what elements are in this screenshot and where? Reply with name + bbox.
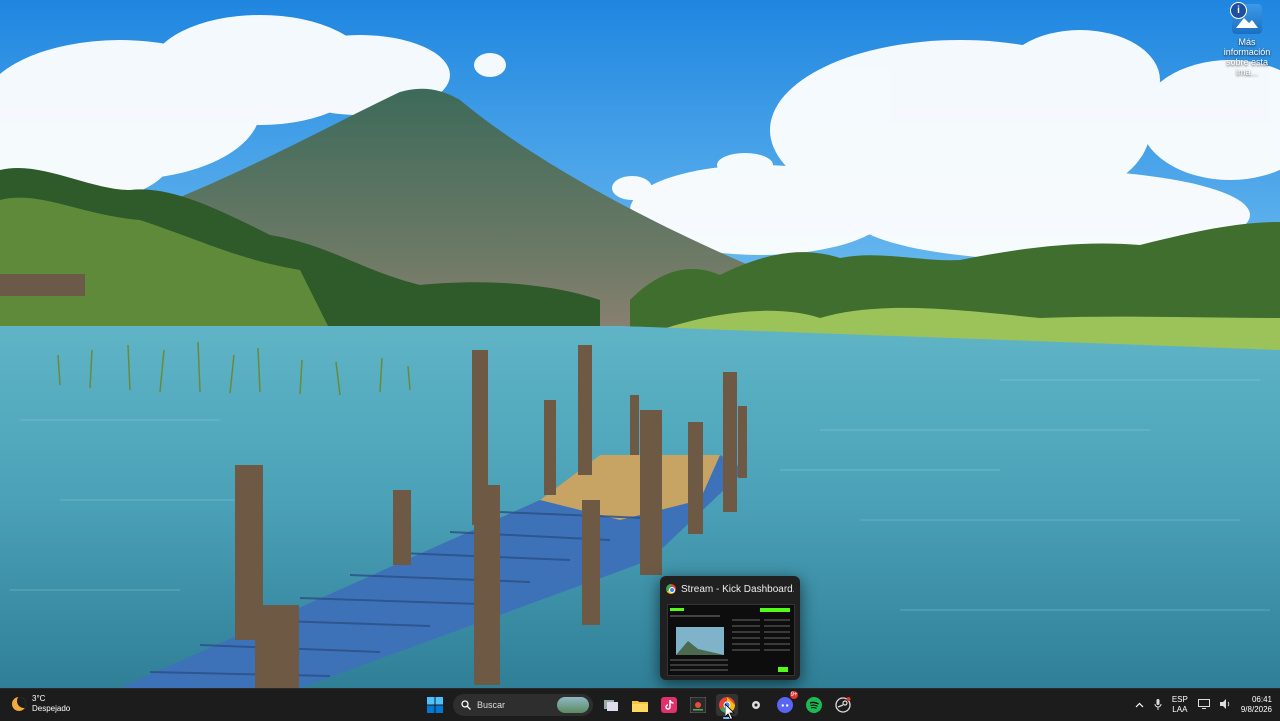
mouse-cursor-icon [725, 704, 735, 720]
spotify-icon [806, 697, 822, 713]
discord-button[interactable]: 9+ [774, 691, 798, 716]
taskbar: 3°C Despejado Buscar 9+ ESP LAA 06:41 9/… [0, 688, 1280, 721]
search-placeholder: Buscar [477, 700, 506, 710]
tiktok-button[interactable] [658, 694, 680, 716]
windows-logo-icon [427, 697, 443, 713]
chevron-up-icon[interactable] [1135, 701, 1144, 710]
clock-date: 9/8/2026 [1240, 705, 1272, 714]
discord-notification-badge: 9+ [790, 691, 798, 699]
desktop-icon-label-line2: sobre esta ima... [1225, 57, 1269, 77]
image-info-icon: i [1230, 2, 1262, 34]
weather-widget[interactable]: 3°C Despejado [12, 694, 70, 714]
volume-icon[interactable] [1219, 699, 1231, 711]
language-indicator[interactable]: ESP LAA [1172, 695, 1188, 715]
steam-button[interactable] [832, 694, 854, 716]
desktop-icon-label-line1: Más información [1223, 37, 1271, 57]
taskbar-window-preview[interactable]: Stream - Kick Dashboard... [660, 576, 800, 680]
weather-temperature: 3°C [32, 694, 46, 703]
file-explorer-button[interactable] [629, 694, 651, 716]
desktop-wallpaper [0, 0, 1280, 688]
chrome-icon [666, 584, 676, 594]
screen-recorder-button[interactable] [687, 694, 709, 716]
moon-icon [12, 697, 26, 711]
learn-about-image-desktop-icon[interactable]: i Más información sobre esta ima... [1214, 2, 1280, 77]
steam-icon [835, 697, 851, 713]
file-explorer-icon [632, 700, 648, 712]
keyboard-layout: LAA [1172, 705, 1188, 714]
spotify-button[interactable] [803, 694, 825, 716]
system-tray: ESP LAA 06:41 9/8/2026 [1135, 693, 1272, 717]
preview-thumbnail [667, 604, 795, 676]
screen-recorder-icon [690, 697, 706, 713]
extension-button[interactable] [745, 694, 767, 716]
tiktok-icon [661, 697, 677, 713]
task-view-icon [604, 700, 618, 711]
extension-icon [752, 701, 760, 709]
task-view-button[interactable] [600, 694, 622, 716]
clock[interactable]: 06:41 9/8/2026 [1241, 695, 1272, 715]
microphone-icon[interactable] [1154, 698, 1162, 712]
search-highlight-image [557, 697, 589, 713]
discord-icon [777, 697, 793, 713]
network-icon[interactable] [1197, 699, 1210, 711]
preview-window-title: Stream - Kick Dashboard... [681, 583, 794, 595]
search-icon [461, 700, 471, 710]
clock-time: 06:41 [1251, 695, 1272, 704]
start-button[interactable] [424, 694, 446, 716]
weather-condition: Despejado [32, 704, 71, 713]
language-code: ESP [1171, 695, 1188, 704]
search-box[interactable]: Buscar [453, 694, 593, 716]
